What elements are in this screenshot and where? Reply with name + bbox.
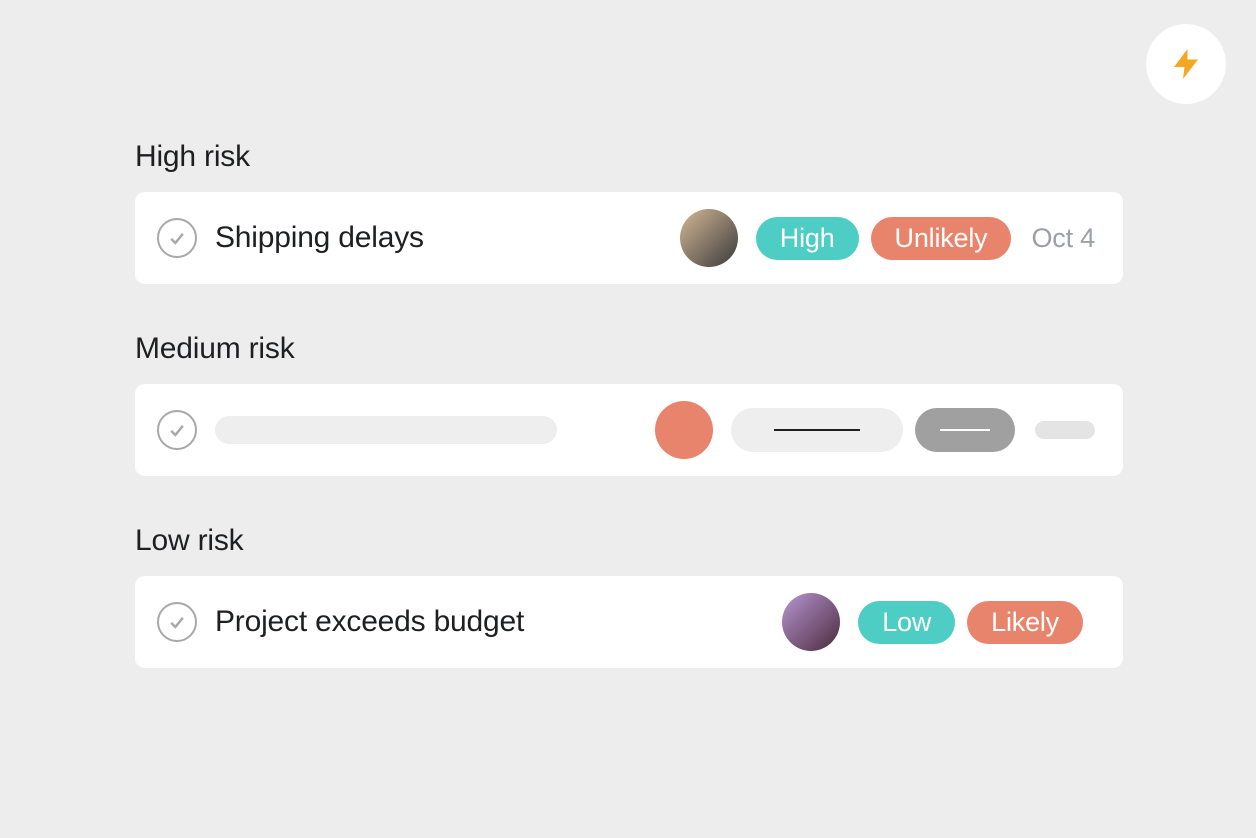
- likelihood-badge[interactable]: Unlikely: [871, 217, 1012, 260]
- lightning-fab[interactable]: [1146, 24, 1226, 104]
- task-row[interactable]: Project exceeds budget Low Likely: [135, 576, 1123, 668]
- placeholder-avatar: [655, 401, 713, 459]
- check-icon: [167, 228, 187, 248]
- avatar[interactable]: [680, 209, 738, 267]
- placeholder-title: [215, 416, 557, 444]
- likelihood-badge[interactable]: Likely: [967, 601, 1083, 644]
- priority-badge[interactable]: Low: [858, 601, 955, 644]
- task-title: Project exceeds budget: [215, 605, 782, 639]
- lightning-icon: [1168, 46, 1204, 82]
- due-date[interactable]: Oct 4: [1031, 223, 1095, 254]
- section-high-risk: High risk Shipping delays High Unlikely …: [135, 140, 1123, 284]
- task-title: Shipping delays: [215, 221, 680, 255]
- placeholder-pill: [731, 408, 903, 452]
- check-icon: [167, 420, 187, 440]
- task-row[interactable]: Shipping delays High Unlikely Oct 4: [135, 192, 1123, 284]
- complete-checkbox[interactable]: [157, 602, 197, 642]
- priority-badge[interactable]: High: [756, 217, 859, 260]
- risk-sections: High risk Shipping delays High Unlikely …: [135, 140, 1123, 716]
- section-title: Low risk: [135, 524, 1123, 558]
- section-low-risk: Low risk Project exceeds budget Low Like…: [135, 524, 1123, 668]
- section-medium-risk: Medium risk: [135, 332, 1123, 476]
- placeholder-pill: [915, 408, 1015, 452]
- complete-checkbox[interactable]: [157, 410, 197, 450]
- section-title: Medium risk: [135, 332, 1123, 366]
- check-icon: [167, 612, 187, 632]
- avatar[interactable]: [782, 593, 840, 651]
- placeholder-date: [1035, 421, 1095, 439]
- complete-checkbox[interactable]: [157, 218, 197, 258]
- task-row-placeholder[interactable]: [135, 384, 1123, 476]
- section-title: High risk: [135, 140, 1123, 174]
